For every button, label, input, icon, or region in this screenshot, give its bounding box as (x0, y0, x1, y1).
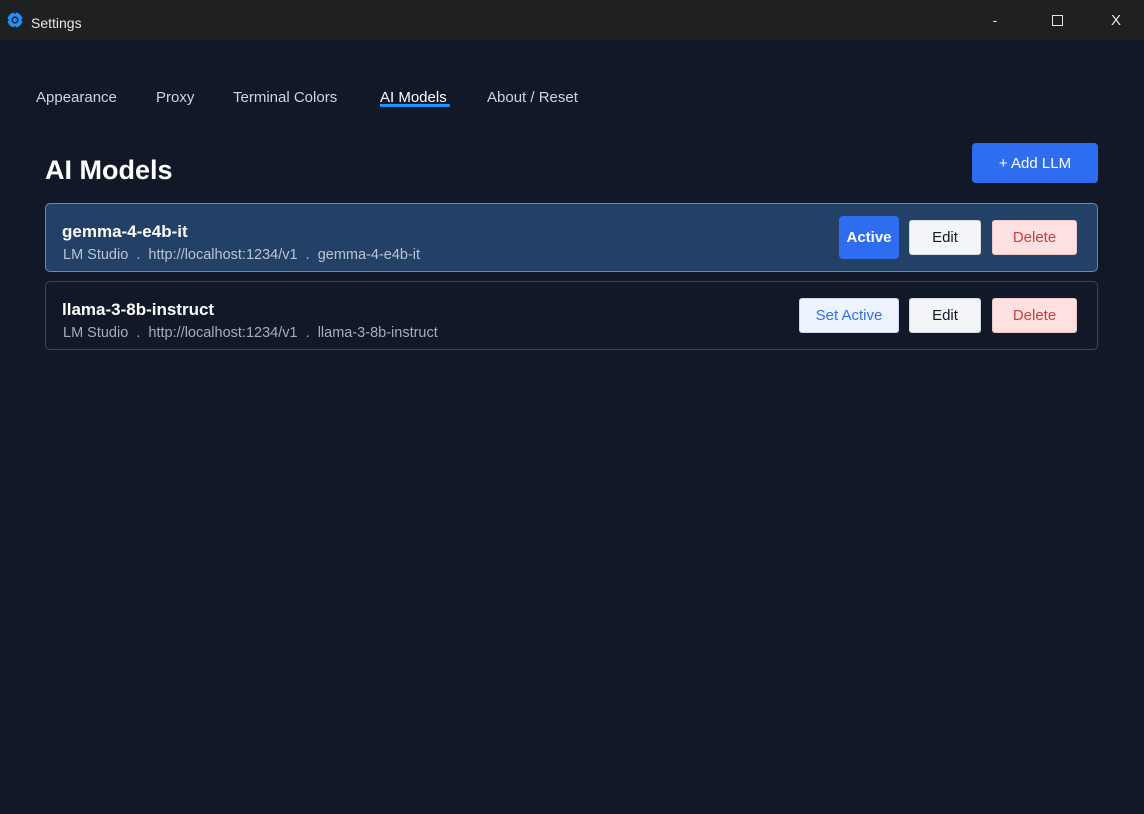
maximize-icon (1051, 14, 1063, 26)
minimize-label: - (992, 12, 998, 28)
active-button[interactable]: Active (839, 216, 899, 259)
model-details: LM Studio . http://localhost:1234/v1 . g… (63, 247, 421, 263)
minimize-button[interactable]: - (966, 0, 1024, 40)
tab-terminal-colors[interactable]: Terminal Colors (233, 89, 337, 106)
model-card-gemma: gemma-4-e4b-it LM Studio . http://localh… (45, 203, 1098, 272)
model-details: LM Studio . http://localhost:1234/v1 . l… (63, 325, 438, 341)
window-title: Settings (31, 15, 82, 31)
tab-proxy[interactable]: Proxy (156, 89, 194, 106)
tab-about-reset[interactable]: About / Reset (487, 89, 578, 106)
set-active-button[interactable]: Set Active (799, 298, 899, 333)
active-tab-indicator (380, 104, 450, 107)
gear-icon (6, 11, 24, 29)
title-bar: Settings - X (0, 0, 1144, 40)
edit-button[interactable]: Edit (909, 220, 981, 255)
add-llm-button[interactable]: + Add LLM (972, 143, 1098, 183)
tab-appearance[interactable]: Appearance (36, 89, 117, 106)
model-card-llama: llama-3-8b-instruct LM Studio . http://l… (45, 281, 1098, 350)
close-button[interactable]: X (1087, 0, 1144, 40)
page-title: AI Models (45, 155, 173, 185)
close-label: X (1110, 11, 1121, 29)
delete-button[interactable]: Delete (992, 220, 1077, 255)
delete-button[interactable]: Delete (992, 298, 1077, 333)
model-name: gemma-4-e4b-it (62, 222, 188, 241)
maximize-button[interactable] (1028, 0, 1086, 40)
edit-button[interactable]: Edit (909, 298, 981, 333)
model-name: llama-3-8b-instruct (62, 300, 215, 319)
